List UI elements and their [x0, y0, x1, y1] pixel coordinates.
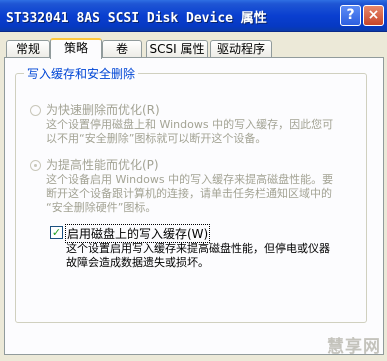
quick-removal-radio[interactable]	[30, 105, 41, 116]
quick-removal-description: 这个设置停用磁盘上和 Windows 中的写入缓存，因此您可 以不用“安全删除”…	[46, 118, 333, 146]
performance-label: 为提高性能而优化(P)	[46, 158, 159, 172]
performance-description: 这个设备启用 Windows 中的写入缓存来提高磁盘性能。要 断开这个设备跟计算…	[46, 173, 333, 215]
performance-desc-line: 这个设备启用 Windows 中的写入缓存来提高磁盘性能。要	[46, 173, 334, 186]
write-cache-desc-line: 这个设置启用写入缓存来提高磁盘性能，但停电或仪器	[66, 242, 330, 255]
quick-removal-desc-line: 以不用“安全删除”图标就可以断开这个设备。	[46, 132, 267, 145]
tab-general[interactable]: 常规	[6, 40, 50, 58]
properties-window: ST332041 8AS SCSI Disk Device 属性 ? × 常规 …	[0, 0, 387, 361]
performance-desc-line: “安全删除硬件”图标。	[46, 201, 157, 214]
write-cache-label[interactable]: 启用磁盘上的写入缓存(W)	[64, 224, 211, 243]
write-cache-description: 这个设置启用写入缓存来提高磁盘性能，但停电或仪器 故障会造成数据遗失或损坏。	[66, 242, 330, 270]
watermark-logo: 慧享网	[327, 337, 381, 357]
policies-panel: 写入缓存和安全删除 为快速删除而优化(R) 这个设置停用磁盘上和 Windows…	[4, 57, 384, 355]
title-bar[interactable]: ST332041 8AS SCSI Disk Device 属性 ? ×	[0, 0, 387, 32]
close-button[interactable]: ×	[363, 5, 384, 26]
window-title: ST332041 8AS SCSI Disk Device 属性	[6, 11, 267, 26]
tab-volumes[interactable]: 卷	[102, 40, 142, 58]
quick-removal-label: 为快速删除而优化(R)	[46, 103, 160, 117]
tab-driver[interactable]: 驱动程序	[210, 40, 272, 58]
performance-radio[interactable]	[30, 160, 41, 171]
checkmark-icon: ✓	[51, 226, 62, 239]
help-button[interactable]: ?	[340, 5, 361, 26]
tab-strip: 常规 策略 卷 SCSI 属性 驱动程序	[4, 38, 384, 59]
write-cache-desc-line: 故障会造成数据遗失或损坏。	[66, 256, 209, 269]
tab-scsi-properties[interactable]: SCSI 属性	[146, 40, 208, 58]
quick-removal-desc-line: 这个设置停用磁盘上和 Windows 中的写入缓存，因此您可	[46, 118, 334, 131]
write-cache-group: 写入缓存和安全删除 为快速删除而优化(R) 这个设置停用磁盘上和 Windows…	[15, 65, 367, 323]
write-cache-checkbox[interactable]: ✓	[50, 226, 63, 239]
performance-desc-line: 断开这个设备跟计算机的连接，请单击任务栏通知区域中的	[46, 187, 332, 200]
group-title: 写入缓存和安全删除	[24, 65, 139, 82]
radio-dot	[34, 164, 37, 167]
tab-policies[interactable]: 策略	[50, 38, 102, 59]
